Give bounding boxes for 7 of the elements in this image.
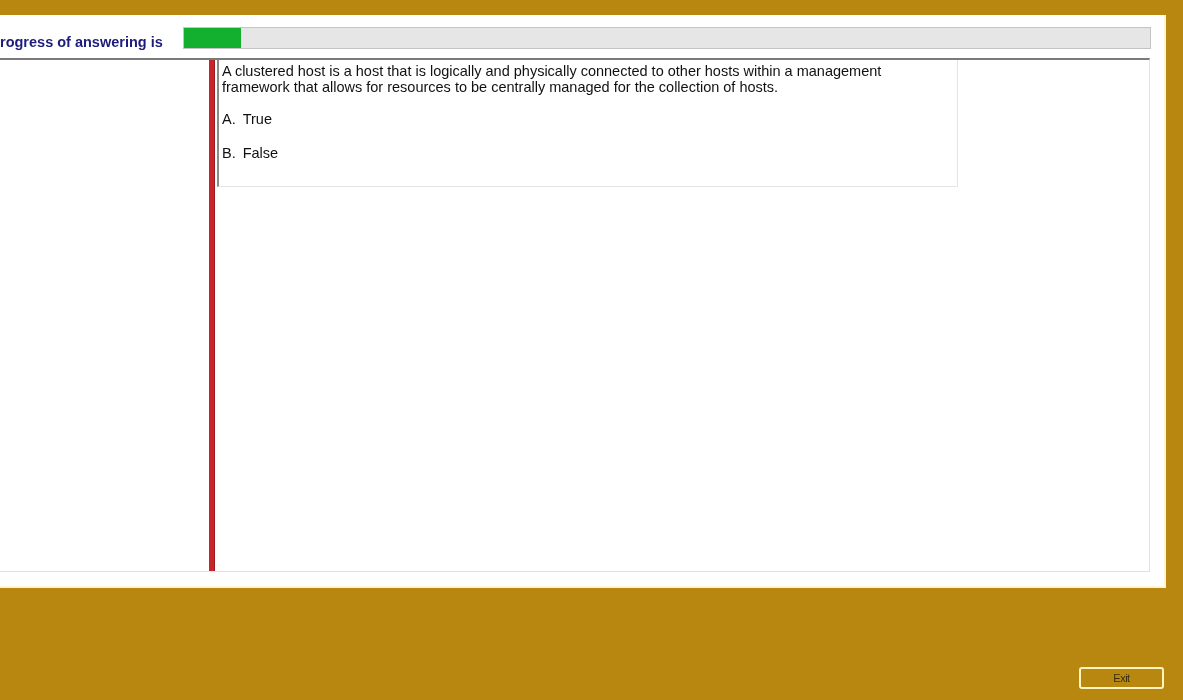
- option-text: False: [242, 145, 279, 161]
- exit-button[interactable]: Exit: [1079, 667, 1164, 689]
- option-letter: B.: [222, 145, 236, 161]
- option-text: True: [242, 111, 272, 127]
- option-letter: A.: [222, 111, 236, 127]
- progress-label: rogress of answering is: [0, 34, 163, 50]
- question-text: A clustered host is a host that is logically and physically connected to other hosts within a management framework that allows for resources to be centrally managed for the collection of hosts.: [222, 63, 883, 95]
